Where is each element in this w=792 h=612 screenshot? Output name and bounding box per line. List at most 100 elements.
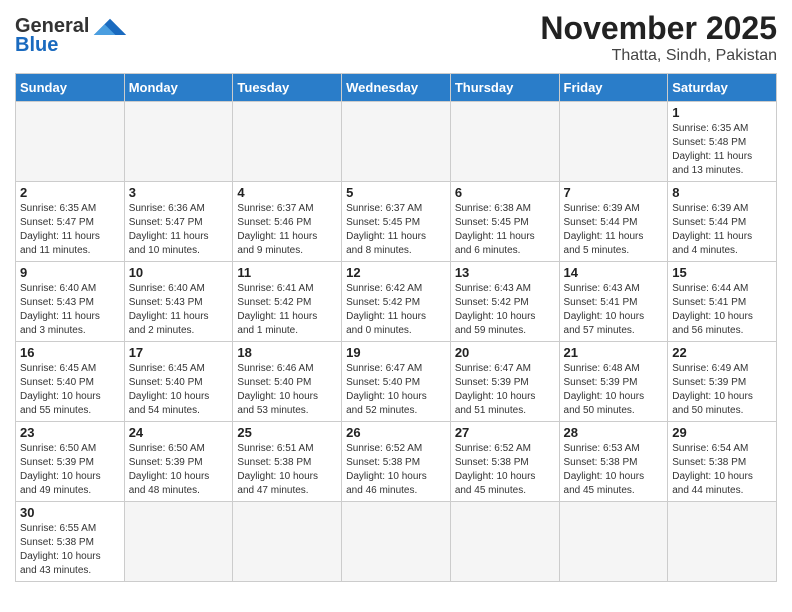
day-number: 9 [20,265,120,280]
day-number: 3 [129,185,229,200]
calendar-cell: 7 Sunrise: 6:39 AM Sunset: 5:44 PM Daylig… [559,182,668,262]
calendar-cell: 5 Sunrise: 6:37 AM Sunset: 5:45 PM Daylig… [342,182,451,262]
day-number: 25 [237,425,337,440]
day-info: Sunrise: 6:52 AM Sunset: 5:38 PM Dayligh… [455,442,555,498]
day-info: Sunrise: 6:54 AM Sunset: 5:38 PM Dayligh… [672,442,772,498]
day-number: 8 [672,185,772,200]
calendar-cell [233,102,342,182]
day-info: Sunrise: 6:45 AM Sunset: 5:40 PM Dayligh… [129,362,229,418]
calendar-cell [124,102,233,182]
calendar-header-tuesday: Tuesday [233,74,342,102]
calendar-cell: 3 Sunrise: 6:36 AM Sunset: 5:47 PM Daylig… [124,182,233,262]
calendar-header-monday: Monday [124,74,233,102]
calendar-cell: 16Sunrise: 6:45 AM Sunset: 5:40 PM Dayli… [16,342,125,422]
calendar-week-row: 23Sunrise: 6:50 AM Sunset: 5:39 PM Dayli… [16,422,777,502]
day-info: Sunrise: 6:44 AM Sunset: 5:41 PM Dayligh… [672,282,772,338]
day-number: 15 [672,265,772,280]
calendar-cell: 20Sunrise: 6:47 AM Sunset: 5:39 PM Dayli… [450,342,559,422]
day-number: 29 [672,425,772,440]
day-info: Sunrise: 6:55 AM Sunset: 5:38 PM Dayligh… [20,522,120,578]
calendar-cell: 2 Sunrise: 6:35 AM Sunset: 5:47 PM Daylig… [16,182,125,262]
day-number: 19 [346,345,446,360]
calendar-cell: 23Sunrise: 6:50 AM Sunset: 5:39 PM Dayli… [16,422,125,502]
page-subtitle: Thatta, Sindh, Pakistan [540,47,777,65]
day-number: 5 [346,185,446,200]
day-info: Sunrise: 6:49 AM Sunset: 5:39 PM Dayligh… [672,362,772,418]
calendar-cell: 28 Sunrise: 6:53 AM Sunset: 5:38 PM Dayli… [559,422,668,502]
logo-text-blue: Blue [15,34,58,57]
calendar-cell [233,502,342,582]
calendar-cell: 13 Sunrise: 6:43 AM Sunset: 5:42 PM Dayli… [450,262,559,342]
calendar-cell: 1Sunrise: 6:35 AM Sunset: 5:48 PM Daylig… [668,102,777,182]
day-number: 2 [20,185,120,200]
day-info: Sunrise: 6:43 AM Sunset: 5:41 PM Dayligh… [564,282,664,338]
day-info: Sunrise: 6:42 AM Sunset: 5:42 PM Dayligh… [346,282,446,338]
calendar-cell: 4Sunrise: 6:37 AM Sunset: 5:46 PM Daylig… [233,182,342,262]
calendar-week-row: 30 Sunrise: 6:55 AM Sunset: 5:38 PM Dayli… [16,502,777,582]
calendar-cell [559,102,668,182]
calendar-cell [559,502,668,582]
day-number: 11 [237,265,337,280]
day-info: Sunrise: 6:46 AM Sunset: 5:40 PM Dayligh… [237,362,337,418]
day-info: Sunrise: 6:37 AM Sunset: 5:45 PM Dayligh… [346,202,446,258]
calendar-cell: 10Sunrise: 6:40 AM Sunset: 5:43 PM Dayli… [124,262,233,342]
day-info: Sunrise: 6:39 AM Sunset: 5:44 PM Dayligh… [564,202,664,258]
day-number: 12 [346,265,446,280]
calendar-cell [668,502,777,582]
calendar-cell: 27Sunrise: 6:52 AM Sunset: 5:38 PM Dayli… [450,422,559,502]
calendar-cell [342,102,451,182]
day-info: Sunrise: 6:50 AM Sunset: 5:39 PM Dayligh… [20,442,120,498]
calendar-cell: 12 Sunrise: 6:42 AM Sunset: 5:42 PM Dayli… [342,262,451,342]
day-info: Sunrise: 6:47 AM Sunset: 5:40 PM Dayligh… [346,362,446,418]
calendar-cell: 24Sunrise: 6:50 AM Sunset: 5:39 PM Dayli… [124,422,233,502]
calendar-header-thursday: Thursday [450,74,559,102]
day-info: Sunrise: 6:43 AM Sunset: 5:42 PM Dayligh… [455,282,555,338]
day-info: Sunrise: 6:38 AM Sunset: 5:45 PM Dayligh… [455,202,555,258]
calendar-cell: 22 Sunrise: 6:49 AM Sunset: 5:39 PM Dayli… [668,342,777,422]
day-info: Sunrise: 6:36 AM Sunset: 5:47 PM Dayligh… [129,202,229,258]
day-number: 1 [672,105,772,120]
calendar-cell: 29 Sunrise: 6:54 AM Sunset: 5:38 PM Dayli… [668,422,777,502]
calendar-cell: 9 Sunrise: 6:40 AM Sunset: 5:43 PM Daylig… [16,262,125,342]
day-info: Sunrise: 6:51 AM Sunset: 5:38 PM Dayligh… [237,442,337,498]
calendar-cell: 30 Sunrise: 6:55 AM Sunset: 5:38 PM Dayli… [16,502,125,582]
calendar-week-row: 16 Sunrise: 6:45 AM Sunset: 5:40 PM Dayli… [16,342,777,422]
calendar-table: SundayMondayTuesdayWednesdayThursdayFrid… [15,73,777,582]
day-number: 28 [564,425,664,440]
day-info: Sunrise: 6:37 AM Sunset: 5:46 PM Dayligh… [237,202,337,258]
calendar-cell: 26 Sunrise: 6:52 AM Sunset: 5:38 PM Dayli… [342,422,451,502]
day-number: 21 [564,345,664,360]
day-number: 20 [455,345,555,360]
calendar-week-row: 1Sunrise: 6:35 AM Sunset: 5:48 PM Daylig… [16,102,777,182]
day-info: Sunrise: 6:48 AM Sunset: 5:39 PM Dayligh… [564,362,664,418]
logo: General Blue [15,10,128,57]
calendar-cell: 21 Sunrise: 6:48 AM Sunset: 5:39 PM Dayli… [559,342,668,422]
calendar-cell: 15 Sunrise: 6:44 AM Sunset: 5:41 PM Dayli… [668,262,777,342]
calendar-cell: 8Sunrise: 6:39 AM Sunset: 5:44 PM Daylig… [668,182,777,262]
calendar-week-row: 2 Sunrise: 6:35 AM Sunset: 5:47 PM Daylig… [16,182,777,262]
calendar-week-row: 9 Sunrise: 6:40 AM Sunset: 5:43 PM Daylig… [16,262,777,342]
day-number: 7 [564,185,664,200]
calendar-cell: 18Sunrise: 6:46 AM Sunset: 5:40 PM Dayli… [233,342,342,422]
day-number: 30 [20,505,120,520]
page-title: November 2025 [540,10,777,47]
day-info: Sunrise: 6:35 AM Sunset: 5:47 PM Dayligh… [20,202,120,258]
calendar-cell: 14 Sunrise: 6:43 AM Sunset: 5:41 PM Dayli… [559,262,668,342]
day-info: Sunrise: 6:52 AM Sunset: 5:38 PM Dayligh… [346,442,446,498]
day-number: 26 [346,425,446,440]
calendar-header-friday: Friday [559,74,668,102]
calendar-header-wednesday: Wednesday [342,74,451,102]
calendar-cell: 19 Sunrise: 6:47 AM Sunset: 5:40 PM Dayli… [342,342,451,422]
day-number: 13 [455,265,555,280]
calendar-cell [16,102,125,182]
day-number: 6 [455,185,555,200]
day-number: 16 [20,345,120,360]
day-number: 22 [672,345,772,360]
day-info: Sunrise: 6:53 AM Sunset: 5:38 PM Dayligh… [564,442,664,498]
day-number: 14 [564,265,664,280]
day-number: 24 [129,425,229,440]
title-block: November 2025 Thatta, Sindh, Pakistan [540,10,777,65]
day-info: Sunrise: 6:40 AM Sunset: 5:43 PM Dayligh… [20,282,120,338]
calendar-cell: 25 Sunrise: 6:51 AM Sunset: 5:38 PM Dayli… [233,422,342,502]
calendar-cell [342,502,451,582]
